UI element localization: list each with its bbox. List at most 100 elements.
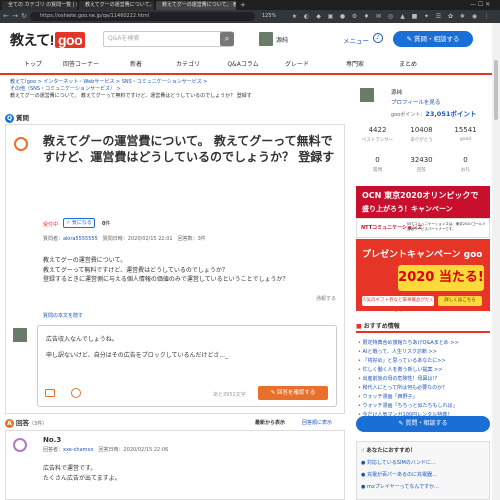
window-controls-icon[interactable]: — ☐ ✕ xyxy=(470,0,490,9)
browser-tab[interactable]: 教えてグーの運営費について。 教えてグーって… xyxy=(79,1,154,10)
ocn-ad-banner[interactable]: OCN 東京2020オリンピックで 盛り上がろう！キャンペーン xyxy=(356,186,490,218)
breadcrumb-link[interactable]: 教えて!goo xyxy=(10,79,36,85)
nav-item-category[interactable]: カテゴリ xyxy=(163,60,213,70)
extension-icon[interactable]: ✦ xyxy=(422,12,431,21)
address-bar[interactable]: https://oshiete.goo.ne.jp/qa/11460222.ht… xyxy=(30,12,255,21)
extension-icon[interactable]: ♦ xyxy=(362,12,371,21)
list-icon: ■ xyxy=(356,323,364,330)
ad-details-button[interactable]: 詳しくはこちら xyxy=(438,296,482,306)
recommend-item[interactable]: • AIと戦って、人生リスク診断 >> xyxy=(358,348,437,355)
nav-item-new[interactable]: 新着 xyxy=(111,60,161,70)
site-logo[interactable]: 教えて! goo xyxy=(10,30,86,50)
nav-item-expert[interactable]: 専門家 xyxy=(330,60,380,70)
kininaru-button[interactable]: ✓ 気になる xyxy=(63,218,95,228)
breadcrumb-link[interactable]: その他（SNS・コミュニケーションサービス） xyxy=(10,86,115,92)
extension-icon[interactable]: ◎ xyxy=(386,12,395,21)
browser-window: 全ての カテゴリ の質問一覧 | 教えて!goo 教えてグーの運営費について。 … xyxy=(0,0,500,500)
answer-input-text[interactable]: 広告収入なんでしょうね。 申し訳ないけど、自分はその広告をブロックしているんだけ… xyxy=(46,334,331,362)
recommend-item-label: 限定特典含め旅館たちあげQ&Aまとめ >> xyxy=(362,340,459,346)
answerer-avatar[interactable] xyxy=(13,438,27,452)
sidebar-ask-button[interactable]: ✎ 質問・相談する xyxy=(356,416,490,432)
recommend-item[interactable]: • 和代人にとって所は何も必要なのか？ xyxy=(358,384,447,391)
answer-body: 広告料で運営です。 たくさん広告が出てますよ。 xyxy=(43,464,333,483)
ocn-ad-footer[interactable]: NTTコミュニケーションズ NTTコミュニケーションズは、東京2020ゴールド通… xyxy=(356,218,490,238)
stat-thanks-given[interactable]: 0 お礼 xyxy=(443,156,488,173)
profile-link[interactable]: プロフィールを見る xyxy=(391,98,440,106)
answer-meta: 回答者：xxe-chamxx 回答日時：2020/02/15 22:06 xyxy=(43,446,168,453)
browser-tab-active[interactable]: 教えてグーの運営費について。 教えてグ... xyxy=(156,1,236,10)
nav-item-top[interactable]: トップ xyxy=(8,60,58,70)
scrollbar-thumb[interactable] xyxy=(494,60,498,120)
browser-tab[interactable]: 全ての カテゴリ の質問一覧 | 教えて!goo xyxy=(2,1,77,10)
stat-best-answer[interactable]: 4422 ベストアンサー xyxy=(355,126,400,143)
stat-thanks[interactable]: 10408 ありがとう xyxy=(399,126,444,143)
recommend-item[interactable]: • ウォッチ漫画「西野子」 xyxy=(358,393,418,400)
recommend-item[interactable]: • 限定特典含め旅館たちあげQ&Aまとめ >> xyxy=(358,339,459,346)
ask-question-button[interactable]: ✎ 質問・相談する xyxy=(393,31,473,47)
report-link[interactable]: 通報する xyxy=(316,295,336,302)
extension-icon[interactable]: ◆ xyxy=(314,12,323,21)
confirm-answer-button[interactable]: ✎ 回答を確認する xyxy=(258,386,328,400)
extension-icon[interactable]: ● xyxy=(338,12,347,21)
extension-icon[interactable]: ❖ xyxy=(458,12,467,21)
nav-item-column[interactable]: Q&Aコラム xyxy=(218,60,268,70)
answerer-link[interactable]: xxe-chamxx xyxy=(63,447,93,453)
extension-icon[interactable]: ☰ xyxy=(434,12,443,21)
emoji-icon[interactable] xyxy=(71,388,81,398)
stat-answers[interactable]: 32430 回答 xyxy=(399,156,444,173)
header-username[interactable]: 源純 xyxy=(276,35,288,44)
reload-icon[interactable]: ↻ xyxy=(20,12,28,21)
extension-icon[interactable]: ▣ xyxy=(326,12,335,21)
forward-arrow-icon[interactable]: → xyxy=(11,12,19,21)
recommend-item[interactable]: • 出産前後の母の危険性！母図は!? xyxy=(358,375,437,382)
status-badge: 受付中 xyxy=(43,222,59,228)
recommend-item[interactable]: • 「将好め」と思っているあなたに>> xyxy=(358,357,446,364)
search-input[interactable]: Q&Aを検索 xyxy=(103,31,233,47)
question-body-line: 教えてグーの運営費について。 xyxy=(43,257,127,264)
present-campaign-banner[interactable]: プレゼントキャンペーン goo 2020 当たる! 人気のギフト券など豪華賞品が… xyxy=(356,239,490,313)
recommend-item[interactable]: • 忙しく働く人を救う新しい提案 >> xyxy=(358,366,443,373)
recommend-item[interactable]: ● 対応しているSIMのバンドに… xyxy=(361,459,436,466)
back-arrow-icon[interactable]: ← xyxy=(2,12,10,21)
extension-icon[interactable]: ▲ xyxy=(398,12,407,21)
extension-icon[interactable]: ⚙ xyxy=(350,12,359,21)
answer-input[interactable]: 広告収入なんでしょうね。 申し訳ないけど、自分はその広告をブロックしているんだけ… xyxy=(37,325,337,407)
avatar[interactable] xyxy=(360,88,374,102)
extension-icon[interactable]: ✿ xyxy=(446,12,455,21)
sidebar-username[interactable]: 源純 xyxy=(391,88,402,96)
nav-item-matome[interactable]: まとめ xyxy=(383,60,433,70)
breadcrumb-link[interactable]: SNS・コミュニケーションサービス xyxy=(122,79,202,85)
extension-icon[interactable]: ◐ xyxy=(302,12,311,21)
extension-icon[interactable]: ■ xyxy=(410,12,419,21)
hide-body-link[interactable]: 質問の本文を隠す xyxy=(43,312,83,319)
recommend-title: おすすめ情報 xyxy=(363,323,400,330)
search-icon[interactable]: ⌕ xyxy=(220,32,234,46)
stat-label: 質問 xyxy=(373,168,382,173)
breadcrumb-link[interactable]: インターネット・Webサービス xyxy=(43,79,114,85)
stat-good[interactable]: 15541 good xyxy=(443,126,488,142)
points-prefix: gooポイント： xyxy=(391,112,426,118)
recommend-item[interactable]: ● mxプレイヤーってなんですか… xyxy=(361,483,439,490)
answer-icon: A xyxy=(5,419,14,428)
avatar xyxy=(13,328,27,342)
extension-icon[interactable]: ★ xyxy=(290,12,299,21)
avatar[interactable] xyxy=(259,32,273,46)
nav-item-answer-corner[interactable]: 回答コーナー xyxy=(56,60,106,70)
menu-link[interactable]: メニュー xyxy=(343,35,369,45)
questioner-avatar[interactable] xyxy=(14,137,28,151)
sort-order-tab[interactable]: 回答順に表示 xyxy=(302,419,332,426)
sidebar-ask-label: 質問・相談する xyxy=(405,420,448,427)
browser-menu-icon[interactable]: ⋮ xyxy=(482,12,491,21)
recommend-item[interactable]: ● 充電が百パーあるのに充電器… xyxy=(361,471,437,478)
sort-newest-tab[interactable]: 最新から表示 xyxy=(255,419,285,426)
recommend-item[interactable]: • ウォッチ漫画「ちちっと似たちもしれば」 xyxy=(358,402,458,409)
profile-icon[interactable]: ◉ xyxy=(470,12,479,21)
new-tab-icon[interactable]: + xyxy=(240,1,246,9)
nav-item-grade[interactable]: グレード xyxy=(272,60,322,70)
camera-icon[interactable] xyxy=(45,389,55,397)
extension-icon[interactable]: ✉ xyxy=(374,12,383,21)
zoom-level[interactable]: 125% xyxy=(262,12,276,21)
stat-questions[interactable]: 0 質問 xyxy=(355,156,400,173)
notification-icon[interactable]: ♪ xyxy=(373,33,383,43)
questioner-link[interactable]: akira5555555 xyxy=(63,236,98,242)
